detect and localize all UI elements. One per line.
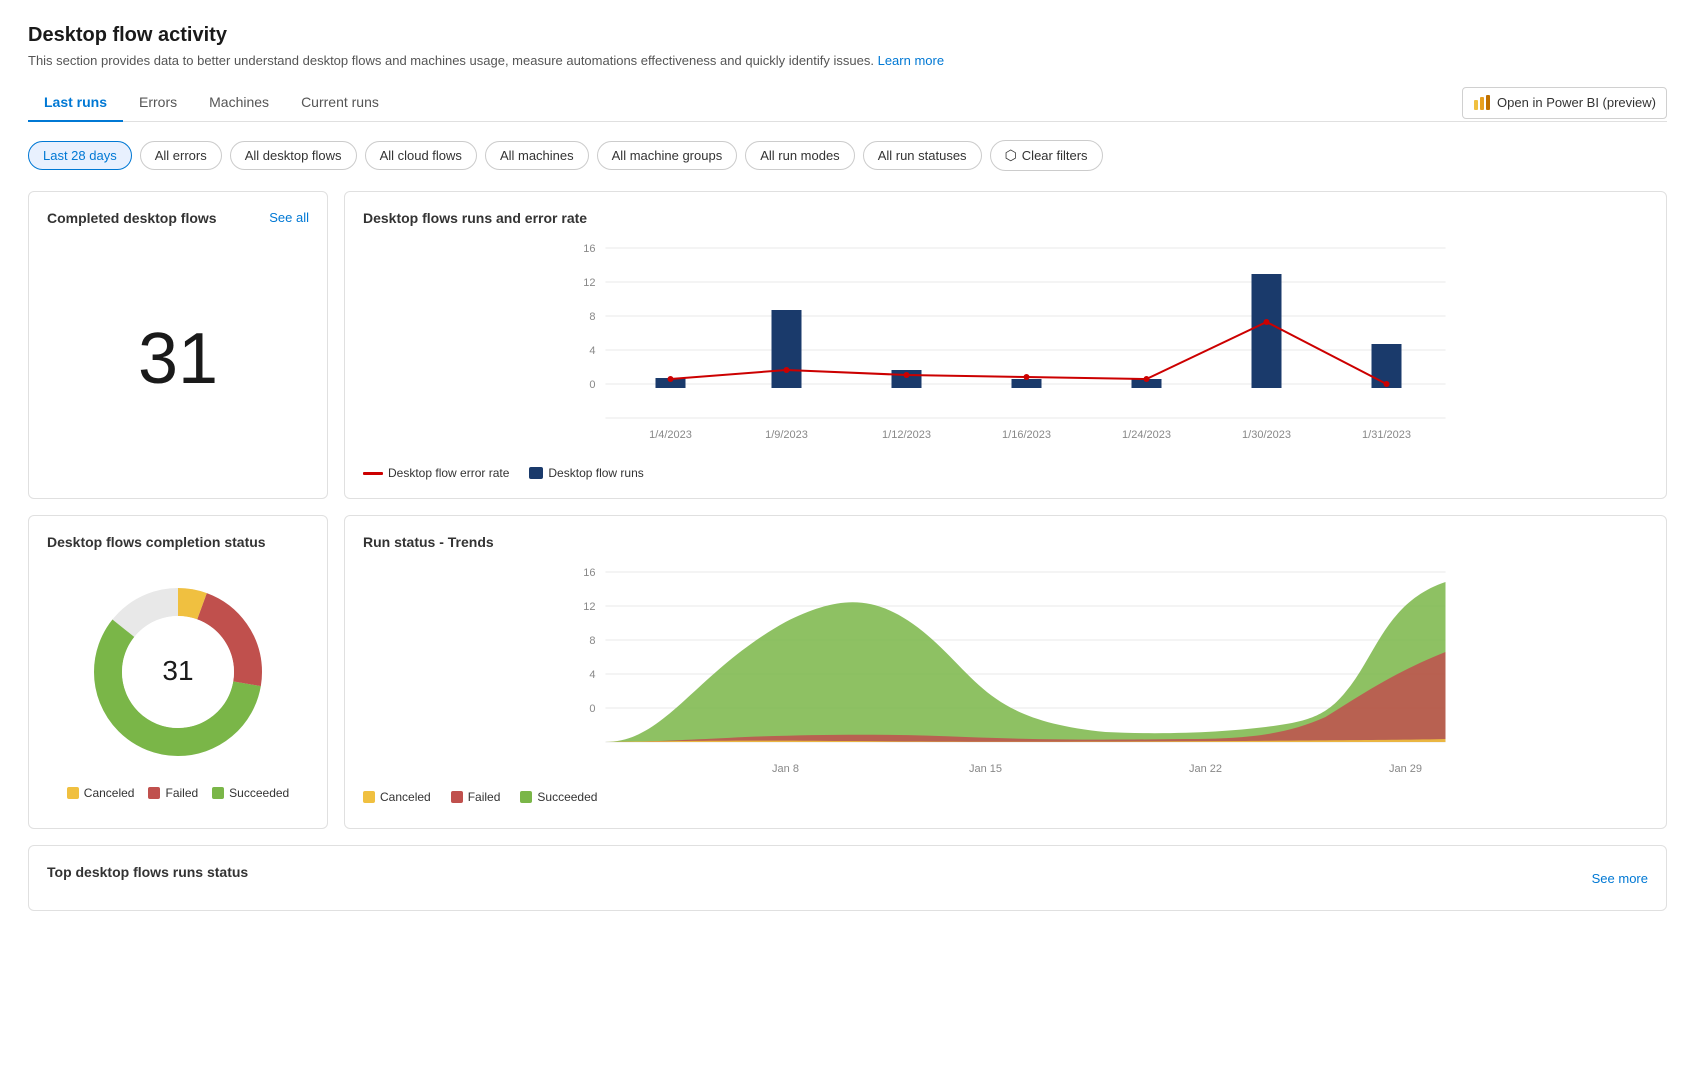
svg-text:4: 4 xyxy=(589,345,595,357)
legend-runs: Desktop flow runs xyxy=(529,466,643,480)
filter-all-errors[interactable]: All errors xyxy=(140,141,222,170)
trend-succeeded-label: Succeeded xyxy=(537,790,597,804)
svg-text:Jan 22: Jan 22 xyxy=(1189,763,1222,775)
svg-text:Jan 29: Jan 29 xyxy=(1389,763,1422,775)
svg-text:1/30/2023: 1/30/2023 xyxy=(1242,429,1291,441)
bar-chart-container: 16 12 8 4 0 xyxy=(363,238,1648,458)
svg-text:Jan 15: Jan 15 xyxy=(969,763,1002,775)
powerbi-label: Open in Power BI (preview) xyxy=(1497,95,1656,110)
trend-canceled-icon xyxy=(363,791,375,803)
svg-text:31: 31 xyxy=(162,655,193,686)
legend-trend-failed: Failed xyxy=(451,790,501,804)
filter-all-machine-groups[interactable]: All machine groups xyxy=(597,141,738,170)
svg-text:16: 16 xyxy=(583,567,595,579)
bar-chart-legend: Desktop flow error rate Desktop flow run… xyxy=(363,466,1648,480)
svg-text:8: 8 xyxy=(589,311,595,323)
svg-text:12: 12 xyxy=(583,277,595,289)
trend-failed-label: Failed xyxy=(468,790,501,804)
filter-all-cloud-flows[interactable]: All cloud flows xyxy=(365,141,477,170)
learn-more-link[interactable]: Learn more xyxy=(878,53,944,68)
bottom-cards-grid: Desktop flows completion status xyxy=(28,515,1667,829)
svg-text:12: 12 xyxy=(583,601,595,613)
trend-succeeded-icon xyxy=(520,791,532,803)
svg-text:0: 0 xyxy=(589,703,595,715)
tab-errors[interactable]: Errors xyxy=(123,84,193,122)
filter-bar: Last 28 days All errors All desktop flow… xyxy=(28,140,1667,171)
trend-canceled-label: Canceled xyxy=(380,790,431,804)
trend-failed-icon xyxy=(451,791,463,803)
filter-last28days[interactable]: Last 28 days xyxy=(28,141,132,170)
legend-succeeded: Succeeded xyxy=(212,786,289,800)
legend-trend-canceled: Canceled xyxy=(363,790,431,804)
filter-all-run-modes[interactable]: All run modes xyxy=(745,141,854,170)
donut-legend: Canceled Failed Succeeded xyxy=(67,786,289,800)
bar-chart-svg: 16 12 8 4 0 xyxy=(363,238,1648,458)
clear-filters-button[interactable]: ⬡ Clear filters xyxy=(990,140,1103,171)
page-title: Desktop flow activity xyxy=(28,24,1667,47)
legend-failed: Failed xyxy=(148,786,198,800)
page-container: Desktop flow activity This section provi… xyxy=(0,0,1695,1081)
legend-canceled: Canceled xyxy=(67,786,135,800)
svg-text:1/24/2023: 1/24/2023 xyxy=(1122,429,1171,441)
see-all-link[interactable]: See all xyxy=(269,210,309,225)
page-subtitle: This section provides data to better und… xyxy=(28,53,1667,68)
tab-machines[interactable]: Machines xyxy=(193,84,285,122)
powerbi-button[interactable]: Open in Power BI (preview) xyxy=(1462,87,1667,119)
footer-card-header: Top desktop flows runs status See more xyxy=(47,864,1648,892)
svg-text:1/4/2023: 1/4/2023 xyxy=(649,429,692,441)
error-rate-label: Desktop flow error rate xyxy=(388,466,509,480)
svg-text:1/9/2023: 1/9/2023 xyxy=(765,429,808,441)
bar-chart-card: Desktop flows runs and error rate 16 12 … xyxy=(344,191,1667,499)
error-rate-line-icon xyxy=(363,472,383,475)
svg-text:1/12/2023: 1/12/2023 xyxy=(882,429,931,441)
donut-chart-card: Desktop flows completion status xyxy=(28,515,328,829)
footer-card: Top desktop flows runs status See more xyxy=(28,845,1667,911)
see-more-link[interactable]: See more xyxy=(1592,871,1648,886)
completed-flows-title: Completed desktop flows xyxy=(47,210,217,226)
filter-all-desktop-flows[interactable]: All desktop flows xyxy=(230,141,357,170)
svg-text:8: 8 xyxy=(589,635,595,647)
succeeded-label: Succeeded xyxy=(229,786,289,800)
succeeded-icon xyxy=(212,787,224,799)
svg-text:1/31/2023: 1/31/2023 xyxy=(1362,429,1411,441)
trend-chart-title: Run status - Trends xyxy=(363,534,1648,550)
svg-text:0: 0 xyxy=(589,379,595,391)
legend-error-rate: Desktop flow error rate xyxy=(363,466,509,480)
tab-current-runs[interactable]: Current runs xyxy=(285,84,395,122)
footer-card-title: Top desktop flows runs status xyxy=(47,864,248,880)
completed-header: Completed desktop flows See all xyxy=(47,210,309,238)
svg-text:16: 16 xyxy=(583,243,595,255)
tab-list: Last runs Errors Machines Current runs xyxy=(28,84,395,121)
donut-chart-title: Desktop flows completion status xyxy=(47,534,309,550)
runs-label: Desktop flow runs xyxy=(548,466,643,480)
filter-all-machines[interactable]: All machines xyxy=(485,141,589,170)
bar-chart-title: Desktop flows runs and error rate xyxy=(363,210,1648,226)
svg-text:1/16/2023: 1/16/2023 xyxy=(1002,429,1051,441)
top-cards-grid: Completed desktop flows See all 31 Deskt… xyxy=(28,191,1667,499)
failed-icon xyxy=(148,787,160,799)
completed-flows-card: Completed desktop flows See all 31 xyxy=(28,191,328,499)
canceled-label: Canceled xyxy=(84,786,135,800)
svg-text:Jan 8: Jan 8 xyxy=(772,763,799,775)
powerbi-icon xyxy=(1473,94,1491,112)
trend-svg: 16 12 8 4 0 J xyxy=(363,562,1648,792)
trend-chart-container: 16 12 8 4 0 J xyxy=(363,562,1648,782)
donut-container: 31 Canceled Failed Succeeded xyxy=(47,562,309,810)
failed-label: Failed xyxy=(165,786,198,800)
tab-last-runs[interactable]: Last runs xyxy=(28,84,123,122)
donut-svg: 31 xyxy=(78,572,278,772)
trend-chart-card: Run status - Trends 16 12 8 4 0 xyxy=(344,515,1667,829)
tab-bar: Last runs Errors Machines Current runs O… xyxy=(28,84,1667,122)
runs-bar-icon xyxy=(529,467,543,479)
legend-trend-succeeded: Succeeded xyxy=(520,790,597,804)
filter-all-run-statuses[interactable]: All run statuses xyxy=(863,141,982,170)
trend-chart-legend: Canceled Failed Succeeded xyxy=(363,790,1648,804)
completed-flows-count: 31 xyxy=(47,238,309,480)
eraser-icon: ⬡ xyxy=(1005,147,1017,164)
canceled-icon xyxy=(67,787,79,799)
svg-text:4: 4 xyxy=(589,669,595,681)
